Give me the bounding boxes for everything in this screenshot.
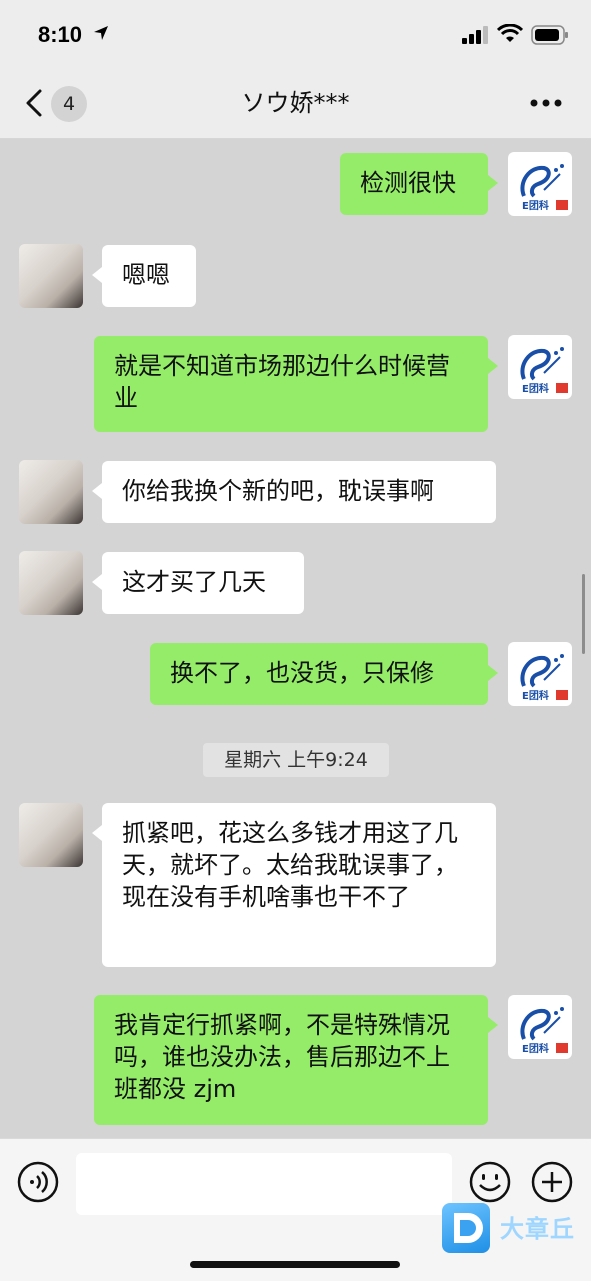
contact-avatar[interactable] — [19, 803, 83, 867]
message-bubble[interactable]: 换不了，也没货，只保修 — [150, 643, 498, 705]
message-input[interactable] — [76, 1153, 452, 1215]
status-bar: 8:10 — [0, 0, 591, 68]
svg-text:E团科: E团科 — [522, 689, 549, 702]
watermark-text: 大章丘 — [500, 1215, 575, 1243]
wifi-icon — [497, 24, 523, 42]
contact-avatar[interactable] — [19, 244, 83, 308]
chat-message-list[interactable]: E团科 检测很快 嗯嗯 E团科 就是不知道市场那边什么时候营业 你给我换个新的吧… — [0, 139, 591, 1138]
more-icon[interactable] — [530, 98, 562, 108]
message-bubble[interactable]: 嗯嗯 — [92, 245, 196, 307]
plus-icon[interactable] — [531, 1161, 573, 1203]
watermark: 大章丘 — [442, 1203, 588, 1259]
voice-icon[interactable] — [17, 1161, 59, 1203]
my-avatar[interactable]: E团科 — [508, 152, 572, 216]
chat-title: ソウ娇*** — [241, 89, 350, 117]
battery-icon — [531, 25, 568, 45]
my-avatar[interactable]: E团科 — [508, 995, 572, 1059]
svg-text:E团科: E团科 — [522, 382, 549, 395]
signal-icon — [462, 26, 488, 44]
message-bubble[interactable]: 抓紧吧，花这么多钱才用这了几天，就坏了。太给我耽误事了，现在没有手机啥事也干不了 — [92, 803, 496, 967]
chat-header: 4 ソウ娇*** — [0, 68, 591, 139]
status-time: 8:10 — [38, 22, 83, 47]
svg-text:E团科: E团科 — [522, 199, 549, 212]
input-bar: 大章丘 — [0, 1138, 591, 1281]
logo-icon: E团科 — [520, 164, 568, 212]
message-bubble[interactable]: 我肯定行抓紧啊，不是特殊情况吗，谁也没办法，售后那边不上班都没 zjm — [94, 995, 498, 1125]
location-arrow-icon — [94, 26, 108, 40]
message-bubble[interactable]: 检测很快 — [340, 153, 498, 215]
emoji-icon[interactable] — [469, 1161, 511, 1203]
logo-icon: E团科 — [520, 347, 568, 395]
home-indicator — [190, 1261, 400, 1268]
scrollbar[interactable] — [582, 574, 585, 654]
message-bubble[interactable]: 你给我换个新的吧，耽误事啊 — [92, 461, 496, 523]
contact-avatar[interactable] — [19, 551, 83, 615]
my-avatar[interactable]: E团科 — [508, 642, 572, 706]
time-divider: 星期六 上午9:24 — [203, 743, 389, 777]
message-bubble[interactable]: 这才买了几天 — [92, 552, 304, 614]
logo-icon: E团科 — [520, 1007, 568, 1055]
my-avatar[interactable]: E团科 — [508, 335, 572, 399]
message-bubble[interactable]: 就是不知道市场那边什么时候营业 — [94, 336, 498, 432]
watermark-logo — [442, 1203, 490, 1253]
svg-text:E团科: E团科 — [522, 1042, 549, 1055]
logo-icon: E团科 — [520, 654, 568, 702]
contact-avatar[interactable] — [19, 460, 83, 524]
